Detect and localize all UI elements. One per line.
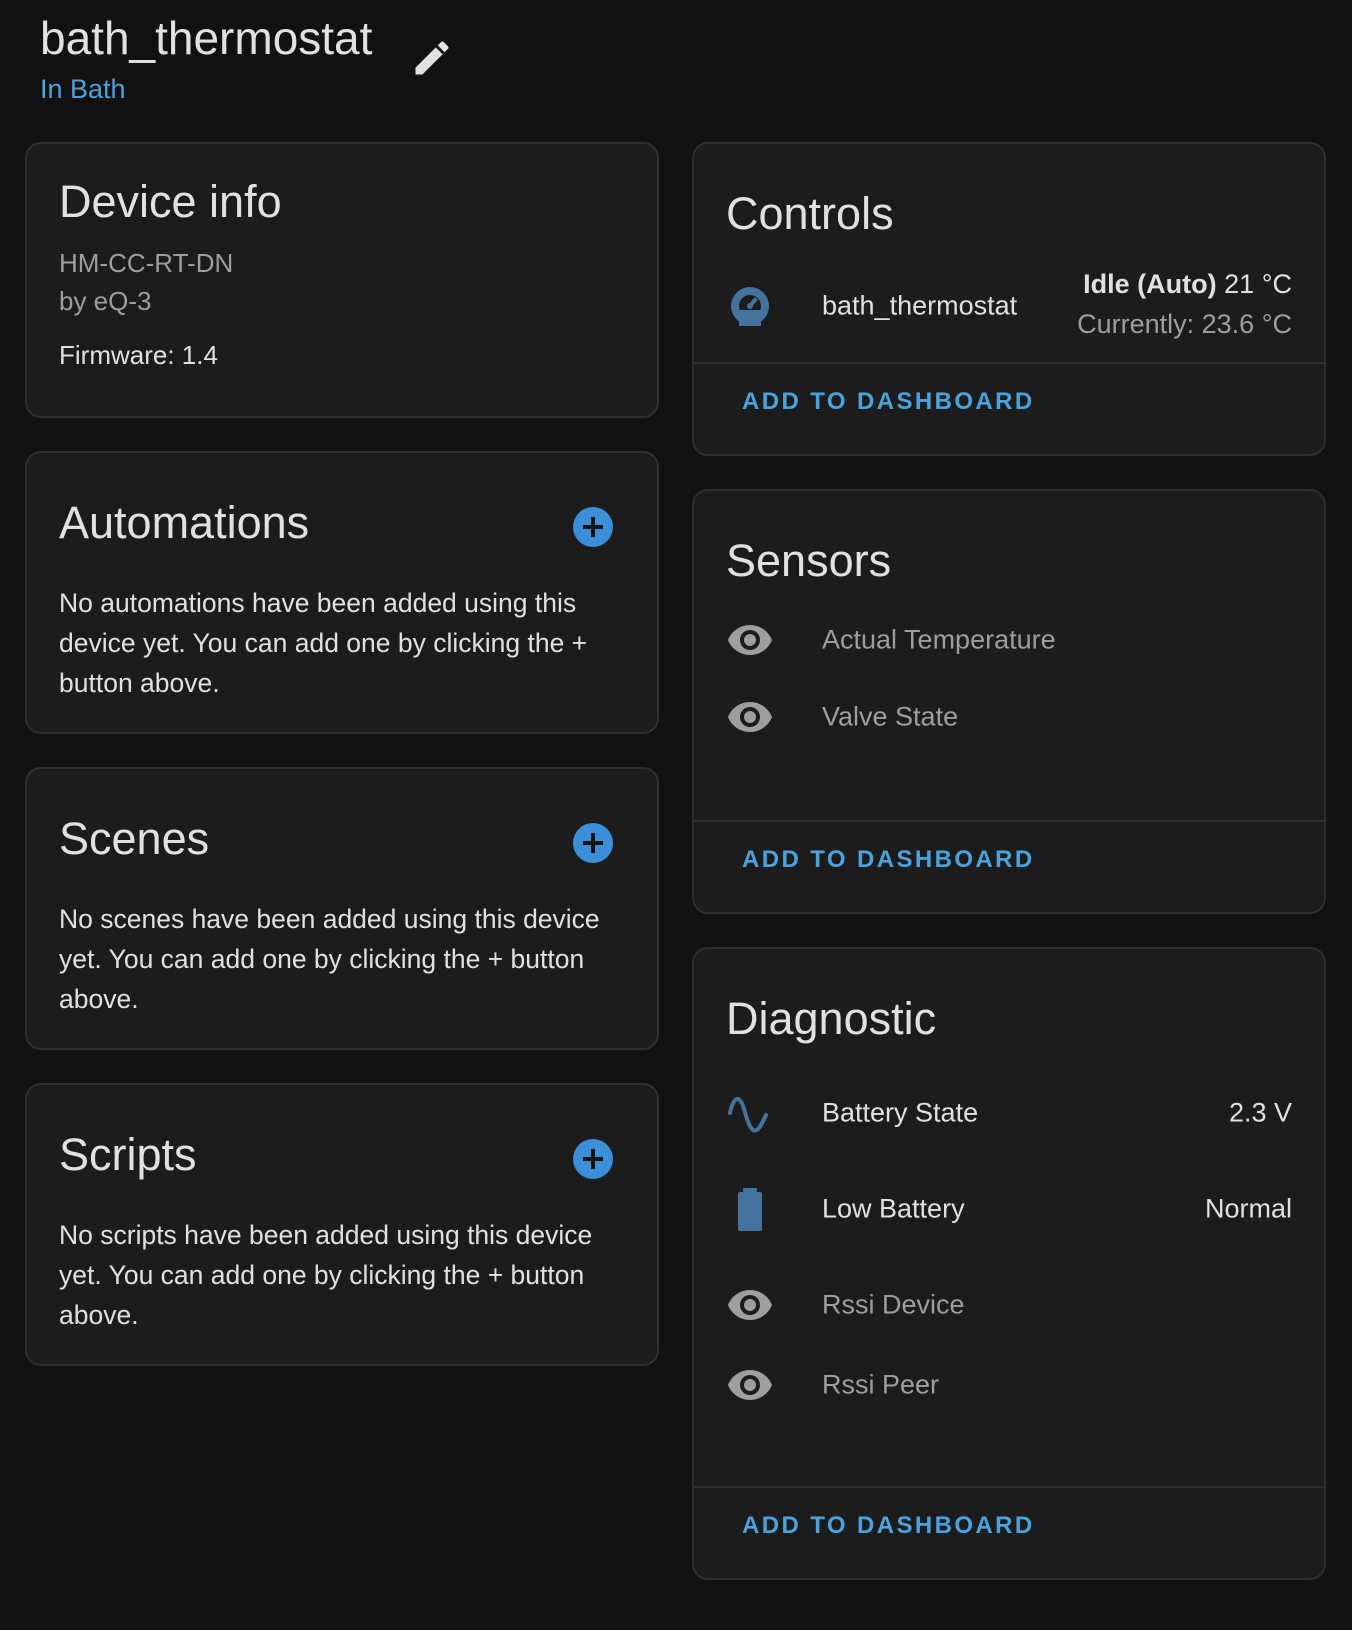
diagnostic-row-battery-state[interactable]: Battery State 2.3 V — [726, 1083, 1292, 1143]
card-title: Scenes — [59, 813, 210, 864]
device-model: HM-CC-RT-DN — [59, 248, 234, 278]
eye-icon — [728, 625, 772, 655]
hvac-mode: Idle (Auto) — [1083, 269, 1217, 299]
card-title: Device info — [59, 176, 282, 227]
diagnostic-row-low-battery[interactable]: Low Battery Normal — [726, 1179, 1292, 1239]
card-title: Scripts — [59, 1129, 197, 1180]
entity-name: Low Battery — [822, 1193, 965, 1224]
empty-state-text: No scenes have been added using this dev… — [59, 904, 600, 1014]
controls-card: Controls bath_thermostat Idle (Auto) 21 … — [692, 142, 1326, 456]
sine-wave-icon — [728, 1097, 768, 1133]
area-link[interactable]: In Bath — [40, 74, 372, 105]
sensor-row-valve-state[interactable]: Valve State — [726, 687, 1292, 747]
device-title: bath_thermostat — [40, 12, 373, 64]
add-to-dashboard-button[interactable]: ADD TO DASHBOARD — [742, 846, 1035, 874]
scenes-card: Scenes No scenes have been added using t… — [25, 767, 659, 1050]
entity-name: Rssi Peer — [822, 1369, 940, 1400]
automations-card: Automations No automations have been add… — [25, 451, 659, 734]
entity-value: Normal — [1204, 1193, 1292, 1224]
card-title: Sensors — [726, 535, 892, 586]
add-to-dashboard-button[interactable]: ADD TO DASHBOARD — [742, 388, 1035, 416]
diagnostic-card: Diagnostic Battery State 2.3 V Low Batte… — [692, 947, 1326, 1580]
add-script-button[interactable] — [573, 1139, 613, 1179]
add-automation-button[interactable] — [573, 507, 613, 547]
thermostat-icon — [731, 287, 769, 326]
eye-icon — [728, 1290, 772, 1320]
scripts-card: Scripts No scripts have been added using… — [25, 1083, 659, 1366]
sensors-card: Sensors Actual Temperature Valve State A… — [692, 489, 1326, 914]
diagnostic-row-rssi-peer[interactable]: Rssi Peer — [726, 1355, 1292, 1415]
diagnostic-row-rssi-device[interactable]: Rssi Device — [726, 1275, 1292, 1335]
entity-value: 2.3 V — [1228, 1097, 1292, 1128]
device-info-card: Device info HM-CC-RT-DN by eQ-3 Firmware… — [25, 142, 659, 418]
current-temperature: Currently: 23.6 °C — [1077, 309, 1292, 339]
entity-name: Battery State — [822, 1097, 979, 1128]
card-divider — [694, 362, 1324, 364]
card-title: Controls — [726, 188, 894, 239]
battery-icon — [738, 1188, 762, 1231]
entity-name: bath_thermostat — [822, 290, 1018, 321]
card-title: Automations — [59, 497, 310, 548]
empty-state-text: No automations have been added using thi… — [59, 588, 588, 698]
device-page: bath_thermostat In Bath Device info HM-C… — [0, 0, 1352, 1630]
pencil-icon[interactable] — [410, 36, 454, 80]
card-divider — [694, 820, 1324, 822]
device-manufacturer: by eQ-3 — [59, 286, 152, 316]
card-divider — [694, 1486, 1324, 1488]
thermostat-state: Idle (Auto) 21 °C Currently: 23.6 °C — [1077, 264, 1292, 344]
add-scene-button[interactable] — [573, 823, 613, 863]
add-to-dashboard-button[interactable]: ADD TO DASHBOARD — [742, 1512, 1035, 1540]
entity-name: Rssi Device — [822, 1289, 965, 1320]
eye-icon — [728, 702, 772, 732]
entity-name: Valve State — [822, 701, 959, 732]
thermostat-entity-row[interactable]: bath_thermostat Idle (Auto) 21 °C Curren… — [726, 269, 1292, 339]
card-title: Diagnostic — [726, 993, 937, 1044]
entity-name: Actual Temperature — [822, 624, 1056, 655]
eye-icon — [728, 1370, 772, 1400]
sensor-row-actual-temperature[interactable]: Actual Temperature — [726, 610, 1292, 670]
target-temperature: 21 °C — [1216, 269, 1292, 299]
page-header: bath_thermostat In Bath — [40, 8, 449, 105]
empty-state-text: No scripts have been added using this de… — [59, 1220, 593, 1330]
device-firmware: Firmware: 1.4 — [59, 340, 218, 370]
